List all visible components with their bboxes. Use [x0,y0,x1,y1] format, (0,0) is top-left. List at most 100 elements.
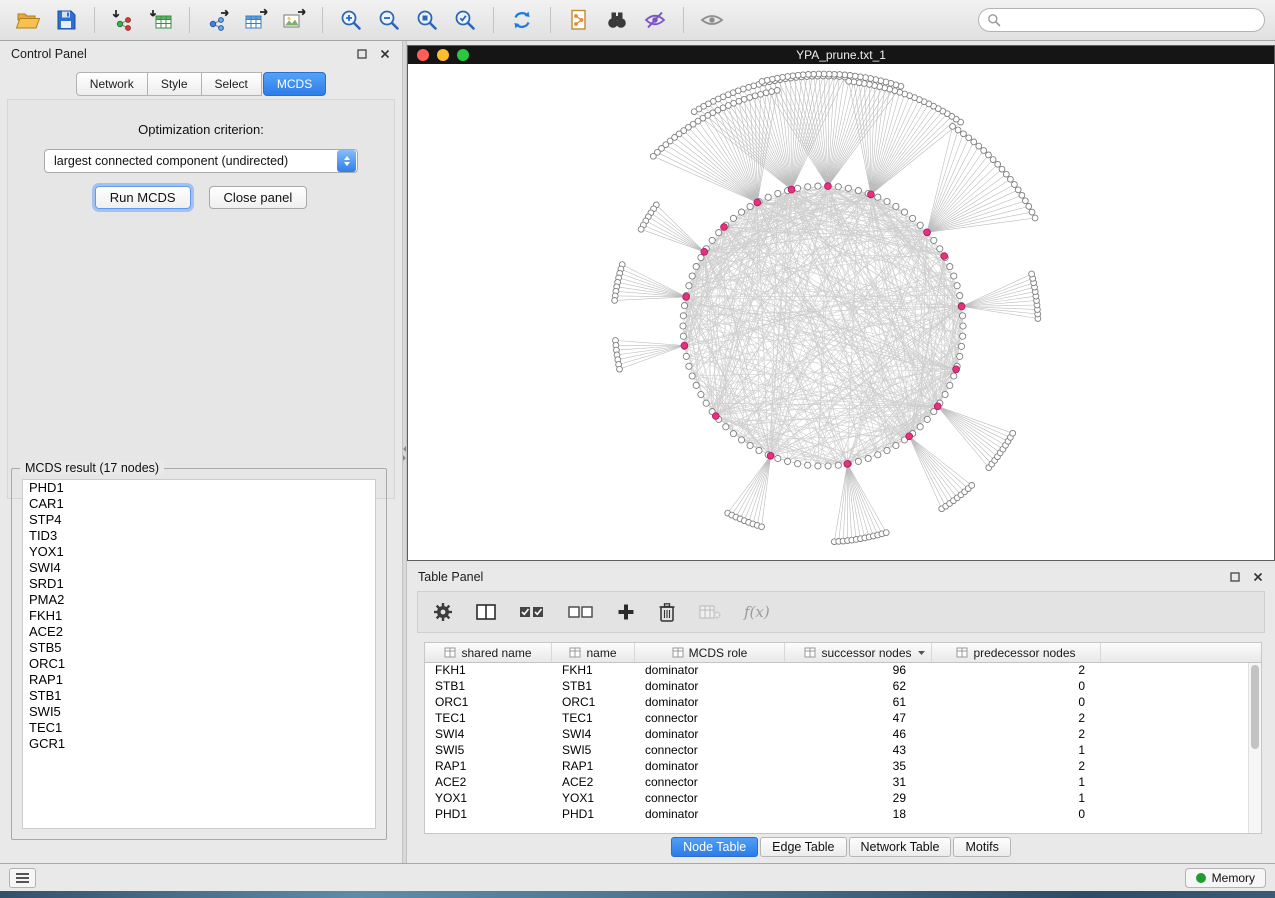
optimization-criterion-dropdown[interactable]: largest connected component (undirected) [44,149,358,173]
window-close-button[interactable] [417,49,429,61]
result-node[interactable]: PHD1 [23,480,375,496]
network-window-titlebar[interactable]: YPA_prune.txt_1 [408,46,1274,64]
search-field[interactable] [978,8,1265,32]
table-row[interactable]: ACE2ACE2connector311 [425,775,1248,791]
table-row[interactable]: TEC1TEC1connector472 [425,711,1248,727]
result-node[interactable]: FKH1 [23,608,375,624]
function-builder-button[interactable]: f(x) [744,603,770,621]
mcds-panel: Optimization criterion: largest connecte… [7,99,395,499]
window-minimize-button[interactable] [437,49,449,61]
zoom-in-button[interactable] [333,4,369,36]
result-node[interactable]: SWI5 [23,704,375,720]
deselect-all-button[interactable] [568,603,594,621]
result-node[interactable]: PMA2 [23,592,375,608]
hide-selection-button[interactable] [637,4,673,36]
column-header-predecessor-nodes[interactable]: predecessor nodes [932,643,1101,662]
result-node[interactable]: CAR1 [23,496,375,512]
table-row[interactable]: YOX1YOX1connector291 [425,791,1248,807]
result-node[interactable]: RAP1 [23,672,375,688]
toolbar-separator [550,7,551,33]
tab-edge-table[interactable]: Edge Table [760,837,846,857]
result-node[interactable]: SWI4 [23,560,375,576]
divider-collapse-handle[interactable] [403,446,406,461]
close-panel-button[interactable] [379,48,391,60]
import-table-button[interactable] [143,4,179,36]
result-node[interactable]: YOX1 [23,544,375,560]
table-toolbar: f(x) [417,591,1265,633]
network-canvas[interactable] [408,64,1274,560]
result-node[interactable]: STB5 [23,640,375,656]
show-columns-button[interactable] [476,603,496,621]
mcds-result-list[interactable]: PHD1CAR1STP4TID3YOX1SWI4SRD1PMA2FKH1ACE2… [22,479,376,829]
desktop-wallpaper-strip [0,891,1275,898]
column-header-shared-name[interactable]: shared name [425,643,552,662]
zoom-selected-button[interactable] [447,4,483,36]
delete-table-button-disabled[interactable] [699,603,721,621]
dropdown-stepper[interactable] [337,150,356,172]
table-scrollbar[interactable] [1248,663,1261,833]
column-header-mcds-role[interactable]: MCDS role [635,643,785,662]
close-table-panel-button[interactable] [1252,571,1264,583]
export-image-button[interactable] [276,4,312,36]
hamburger-icon [16,873,29,875]
scrollbar-thumb[interactable] [1251,665,1259,749]
tab-node-table[interactable]: Node Table [671,837,758,857]
float-panel-button[interactable] [356,48,368,60]
tab-network[interactable]: Network [76,72,148,96]
result-node[interactable]: STB1 [23,688,375,704]
export-network-icon [205,8,231,32]
window-maximize-button[interactable] [457,49,469,61]
save-session-button[interactable] [48,4,84,36]
result-node[interactable]: TEC1 [23,720,375,736]
result-node[interactable]: STP4 [23,512,375,528]
tab-network-table[interactable]: Network Table [849,837,952,857]
tab-mcds[interactable]: MCDS [263,72,326,96]
table-row[interactable]: PHD1PHD1dominator180 [425,807,1248,823]
close-panel-action-button[interactable]: Close panel [209,186,308,209]
select-all-button[interactable] [519,603,545,621]
status-menu-button[interactable] [9,868,36,888]
collapse-left-icon [403,446,406,452]
import-network-button[interactable] [105,4,141,36]
table-row[interactable]: SWI4SWI4dominator462 [425,727,1248,743]
zoom-fit-button[interactable] [409,4,445,36]
delete-column-button[interactable] [658,602,676,622]
open-session-button[interactable] [10,4,46,36]
export-table-button[interactable] [238,4,274,36]
mcds-result-title: MCDS result (17 nodes) [20,461,164,475]
open-network-in-browser-button[interactable] [561,4,597,36]
result-node[interactable]: ACE2 [23,624,375,640]
show-all-button[interactable] [694,4,730,36]
add-column-button[interactable] [617,603,635,621]
zoom-out-button[interactable] [371,4,407,36]
apply-layout-button[interactable] [504,4,540,36]
tab-motifs[interactable]: Motifs [953,837,1010,857]
sort-chevron-icon [917,650,926,656]
float-table-panel-button[interactable] [1229,571,1241,583]
table-row[interactable]: SWI5SWI5connector431 [425,743,1248,759]
column-header-successor-nodes[interactable]: successor nodes [785,643,932,662]
table-row[interactable]: ORC1ORC1dominator610 [425,695,1248,711]
table-settings-button[interactable] [433,602,453,622]
zoom-out-icon [377,8,401,32]
find-button[interactable] [599,4,635,36]
export-network-button[interactable] [200,4,236,36]
result-node[interactable]: SRD1 [23,576,375,592]
tab-select[interactable]: Select [202,72,262,96]
run-mcds-button[interactable]: Run MCDS [95,186,191,209]
memory-label: Memory [1212,871,1255,885]
application-window: Control Panel Network Style Select MCDS … [0,0,1275,898]
table-row[interactable]: RAP1RAP1dominator352 [425,759,1248,775]
columns-icon [476,603,496,621]
tab-style[interactable]: Style [148,72,202,96]
column-header-name[interactable]: name [552,643,635,662]
result-node[interactable]: GCR1 [23,736,375,752]
table-row[interactable]: FKH1FKH1dominator962 [425,663,1248,679]
column-icon [956,647,968,658]
toolbar-separator [683,7,684,33]
search-input[interactable] [1006,13,1256,27]
result-node[interactable]: ORC1 [23,656,375,672]
table-row[interactable]: STB1STB1dominator620 [425,679,1248,695]
result-node[interactable]: TID3 [23,528,375,544]
memory-button[interactable]: Memory [1185,868,1266,888]
